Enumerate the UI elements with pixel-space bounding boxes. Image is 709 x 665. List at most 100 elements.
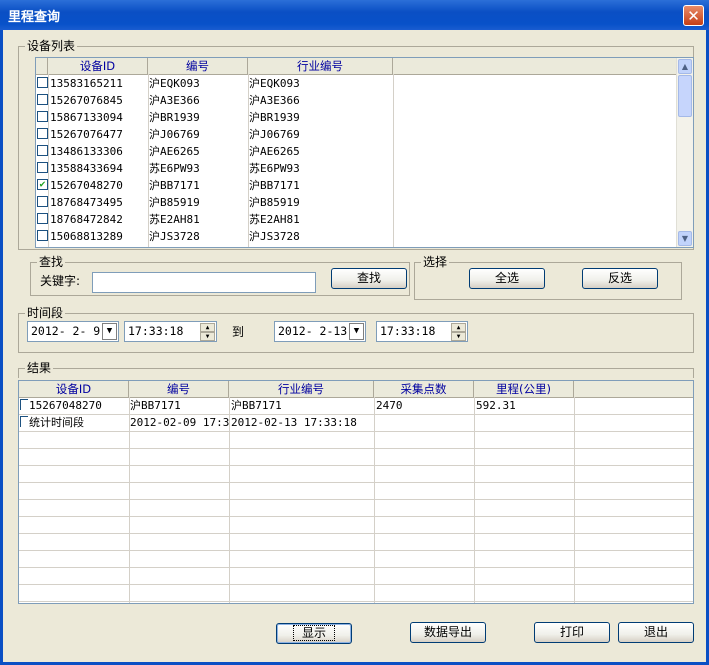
chevron-down-icon[interactable]: ▼ [102, 323, 117, 340]
row-checkbox[interactable] [37, 94, 48, 105]
device-list-row[interactable]: 18768473495 沪B85919 沪B85919 [36, 194, 679, 211]
row-checkbox[interactable] [37, 196, 48, 207]
device-id-cell: 15267076845 [50, 94, 123, 107]
device-list-row[interactable]: 15267076845 沪A3E366 沪A3E366 [36, 92, 679, 109]
device-list-row[interactable]: ✔ 15267048270 沪BB7171 沪BB7171 [36, 177, 679, 194]
row-divider [19, 448, 693, 449]
mileage-cell [476, 414, 572, 431]
device-list-row[interactable]: 13486133306 沪AE6265 沪AE6265 [36, 143, 679, 160]
invert-selection-button[interactable]: 反选 [582, 268, 658, 289]
result-row[interactable]: 统计时间段 2012-02-09 17:33 2012-02-13 17:33:18 [19, 414, 693, 431]
scroll-down-arrow-icon[interactable]: ▼ [678, 231, 692, 246]
column-divider [393, 74, 394, 247]
row-checkbox[interactable] [37, 128, 48, 139]
device-id-cell: 18768472842 [50, 213, 123, 226]
start-date-value: 2012- 2- 9 [31, 324, 101, 338]
print-button[interactable]: 打印 [534, 622, 610, 643]
close-icon[interactable]: ✕ [683, 5, 704, 26]
scroll-up-arrow-icon[interactable]: ▲ [678, 59, 692, 74]
row-marker [20, 416, 28, 427]
device-list-row[interactable]: 15068813289 沪JS3728 沪JS3728 [36, 228, 679, 245]
device-list-row[interactable]: 18768472842 苏E2AH81 苏E2AH81 [36, 211, 679, 228]
scroll-thumb[interactable] [678, 75, 692, 117]
column-header-device-id[interactable]: 设备ID [19, 381, 129, 397]
column-header-industry-code[interactable]: 行业编号 [229, 381, 374, 397]
start-time-spinner[interactable]: 17:33:18 ▲ ▼ [124, 321, 217, 342]
device-id-cell: 13588433694 [50, 162, 123, 175]
chevron-down-icon[interactable]: ▼ [349, 323, 364, 340]
device-list-row[interactable]: 13588433694 苏E6PW93 苏E6PW93 [36, 160, 679, 177]
select-all-button[interactable]: 全选 [469, 268, 545, 289]
row-divider [19, 499, 693, 500]
exit-button[interactable]: 退出 [618, 622, 694, 643]
end-time-spinner[interactable]: 17:33:18 ▲ ▼ [376, 321, 468, 342]
mileage-cell: 592.31 [476, 399, 516, 412]
column-header-points[interactable]: 采集点数 [374, 381, 474, 397]
select-legend: 选择 [421, 255, 450, 269]
spin-up-icon[interactable]: ▲ [200, 323, 215, 332]
industry-code-cell: 沪BR1939 [249, 111, 300, 124]
code-cell: 沪AE6265 [149, 145, 200, 158]
industry-code-cell: 苏E2AH81 [249, 213, 300, 226]
column-header-mileage[interactable]: 里程(公里) [474, 381, 574, 397]
column-header-code[interactable]: 编号 [129, 381, 229, 397]
show-button[interactable]: 显示 [276, 623, 352, 644]
row-checkbox[interactable] [37, 162, 48, 173]
code-cell: 沪B85919 [149, 196, 200, 209]
row-divider [19, 601, 693, 602]
device-list-view[interactable]: 设备ID 编号 行业编号 13583165211 沪EQK093 沪EQK093 15… [35, 57, 694, 248]
device-list-row[interactable]: 15867133094 沪BR1939 沪BR1939 [36, 109, 679, 126]
row-checkbox[interactable]: ✔ [37, 179, 48, 190]
row-divider [19, 431, 693, 432]
spin-up-icon[interactable]: ▲ [451, 323, 466, 332]
export-data-button[interactable]: 数据导出 [410, 622, 486, 643]
search-button[interactable]: 查找 [331, 268, 407, 289]
keyword-label: 关键字: [40, 274, 81, 288]
column-header-device-id[interactable]: 设备ID [48, 58, 148, 74]
row-checkbox[interactable] [37, 111, 48, 122]
row-divider [19, 482, 693, 483]
industry-code-cell: 沪BB7171 [249, 179, 300, 192]
row-checkbox[interactable] [37, 145, 48, 156]
to-label: 到 [232, 325, 245, 339]
spin-down-icon[interactable]: ▼ [200, 332, 215, 341]
device-id-cell: 15267048270 [50, 179, 123, 192]
device-list-row[interactable]: 13583165211 沪EQK093 沪EQK093 [36, 75, 679, 92]
industry-code-cell: 沪BB7171 [231, 399, 282, 412]
industry-code-cell: 沪EQK093 [249, 77, 300, 90]
code-cell: 沪J06769 [149, 128, 200, 141]
column-header-code[interactable]: 编号 [148, 58, 248, 74]
code-cell: 苏E6PW93 [149, 162, 200, 175]
keyword-input[interactable] [92, 272, 316, 293]
spin-down-icon[interactable]: ▼ [451, 332, 466, 341]
title-bar: 里程查询 ✕ [0, 0, 709, 30]
device-list-scrollbar[interactable]: ▲ ▼ [676, 58, 693, 247]
end-date-picker[interactable]: 2012- 2-13 ▼ [274, 321, 366, 342]
result-row[interactable]: 15267048270 沪BB7171 沪BB7171 2470 592.31 [19, 397, 693, 414]
industry-code-cell: 沪A3E366 [249, 94, 300, 107]
device-list-row[interactable]: 15267076477 沪J06769 沪J06769 [36, 126, 679, 143]
start-date-picker[interactable]: 2012- 2- 9 ▼ [27, 321, 119, 342]
row-divider [19, 533, 693, 534]
device-id-cell: 13583165211 [50, 77, 123, 90]
window-title: 里程查询 [8, 10, 61, 25]
column-divider [48, 74, 49, 247]
code-cell: 沪BB7171 [130, 399, 181, 412]
industry-code-cell: 苏E6PW93 [249, 162, 300, 175]
code-cell: 苏E2AH81 [149, 213, 200, 226]
industry-code-cell: 沪B85919 [249, 196, 300, 209]
end-time-value: 17:33:18 [380, 324, 436, 338]
results-group: 结果 [18, 361, 694, 378]
device-id-cell: 15267048270 [29, 399, 102, 412]
device-id-cell: 15267076477 [50, 128, 123, 141]
results-list-view[interactable]: 设备ID 编号 行业编号 采集点数 里程(公里) 15267048270 沪BB7… [18, 380, 694, 604]
search-legend: 查找 [37, 255, 66, 269]
row-marker [20, 399, 28, 410]
device-list-header: 设备ID 编号 行业编号 [36, 58, 679, 75]
code-cell: 沪A3E366 [149, 94, 200, 107]
results-legend: 结果 [25, 361, 54, 375]
row-checkbox[interactable] [37, 77, 48, 88]
row-checkbox[interactable] [37, 213, 48, 224]
row-checkbox[interactable] [37, 230, 48, 241]
column-header-industry-code[interactable]: 行业编号 [248, 58, 393, 74]
